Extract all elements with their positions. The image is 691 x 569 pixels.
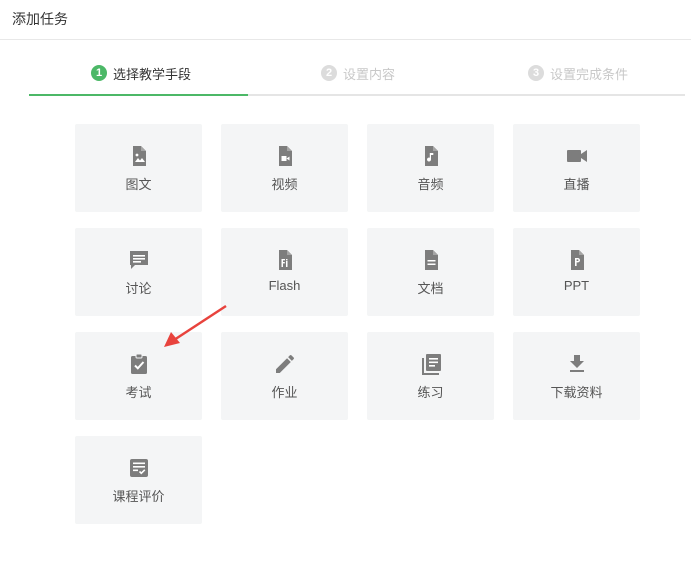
pencil-icon xyxy=(275,354,294,373)
tile-label: 作业 xyxy=(271,385,298,400)
dialog-header: 添加任务 xyxy=(0,0,691,40)
tile-label: 讨论 xyxy=(125,281,152,296)
tile-label: PPT xyxy=(563,278,590,293)
tile-live[interactable]: 直播 xyxy=(513,124,640,212)
tile-label: 下载资料 xyxy=(550,385,603,400)
library-books-icon xyxy=(421,354,441,375)
page-title: 添加任务 xyxy=(12,11,68,27)
step-number: 1 xyxy=(91,65,107,81)
step-2[interactable]: 2 设置内容 xyxy=(321,64,395,82)
tile-label: 视频 xyxy=(271,177,298,192)
tile-label: 课程评价 xyxy=(112,489,165,504)
tile-label: 图文 xyxy=(125,177,152,192)
tile-label: 直播 xyxy=(563,177,590,192)
step-number: 2 xyxy=(321,65,337,81)
image-file-icon xyxy=(132,146,146,166)
tile-document[interactable]: 文档 xyxy=(367,228,494,316)
tile-label: 练习 xyxy=(417,385,444,400)
rating-form-icon xyxy=(129,459,148,477)
step-label: 设置内容 xyxy=(343,66,396,82)
video-camera-icon xyxy=(566,150,587,162)
step-label: 设置完成条件 xyxy=(550,66,629,82)
ppt-file-icon xyxy=(570,250,584,270)
step-progress: 1 选择教学手段 2 设置内容 3 设置完成条件 xyxy=(29,56,685,96)
step-track-active xyxy=(29,94,248,96)
annotation-arrow xyxy=(164,304,227,347)
tile-label: 文档 xyxy=(417,281,444,296)
tile-ppt[interactable]: PPT xyxy=(513,228,640,316)
tile-homework[interactable]: 作业 xyxy=(221,332,348,420)
clipboard-check-icon xyxy=(130,353,147,374)
step-number: 3 xyxy=(528,65,544,81)
flash-file-icon xyxy=(278,250,292,270)
chat-bubble-icon xyxy=(129,251,148,269)
audio-file-icon xyxy=(424,146,438,166)
video-file-icon xyxy=(278,146,292,166)
step-3[interactable]: 3 设置完成条件 xyxy=(528,64,628,82)
step-label: 选择教学手段 xyxy=(113,66,192,82)
tile-course-evaluation[interactable]: 课程评价 xyxy=(75,436,202,524)
tile-flash[interactable]: Flash xyxy=(221,228,348,316)
tile-practice[interactable]: 练习 xyxy=(367,332,494,420)
tile-image-text[interactable]: 图文 xyxy=(75,124,202,212)
tile-audio[interactable]: 音频 xyxy=(367,124,494,212)
document-icon xyxy=(424,250,438,270)
step-1[interactable]: 1 选择教学手段 xyxy=(91,64,191,82)
tile-label: Flash xyxy=(268,278,301,293)
tile-label: 考试 xyxy=(125,385,152,400)
tile-download[interactable]: 下载资料 xyxy=(513,332,640,420)
tile-video[interactable]: 视频 xyxy=(221,124,348,212)
tile-label: 音频 xyxy=(417,177,444,192)
download-icon xyxy=(569,355,584,372)
